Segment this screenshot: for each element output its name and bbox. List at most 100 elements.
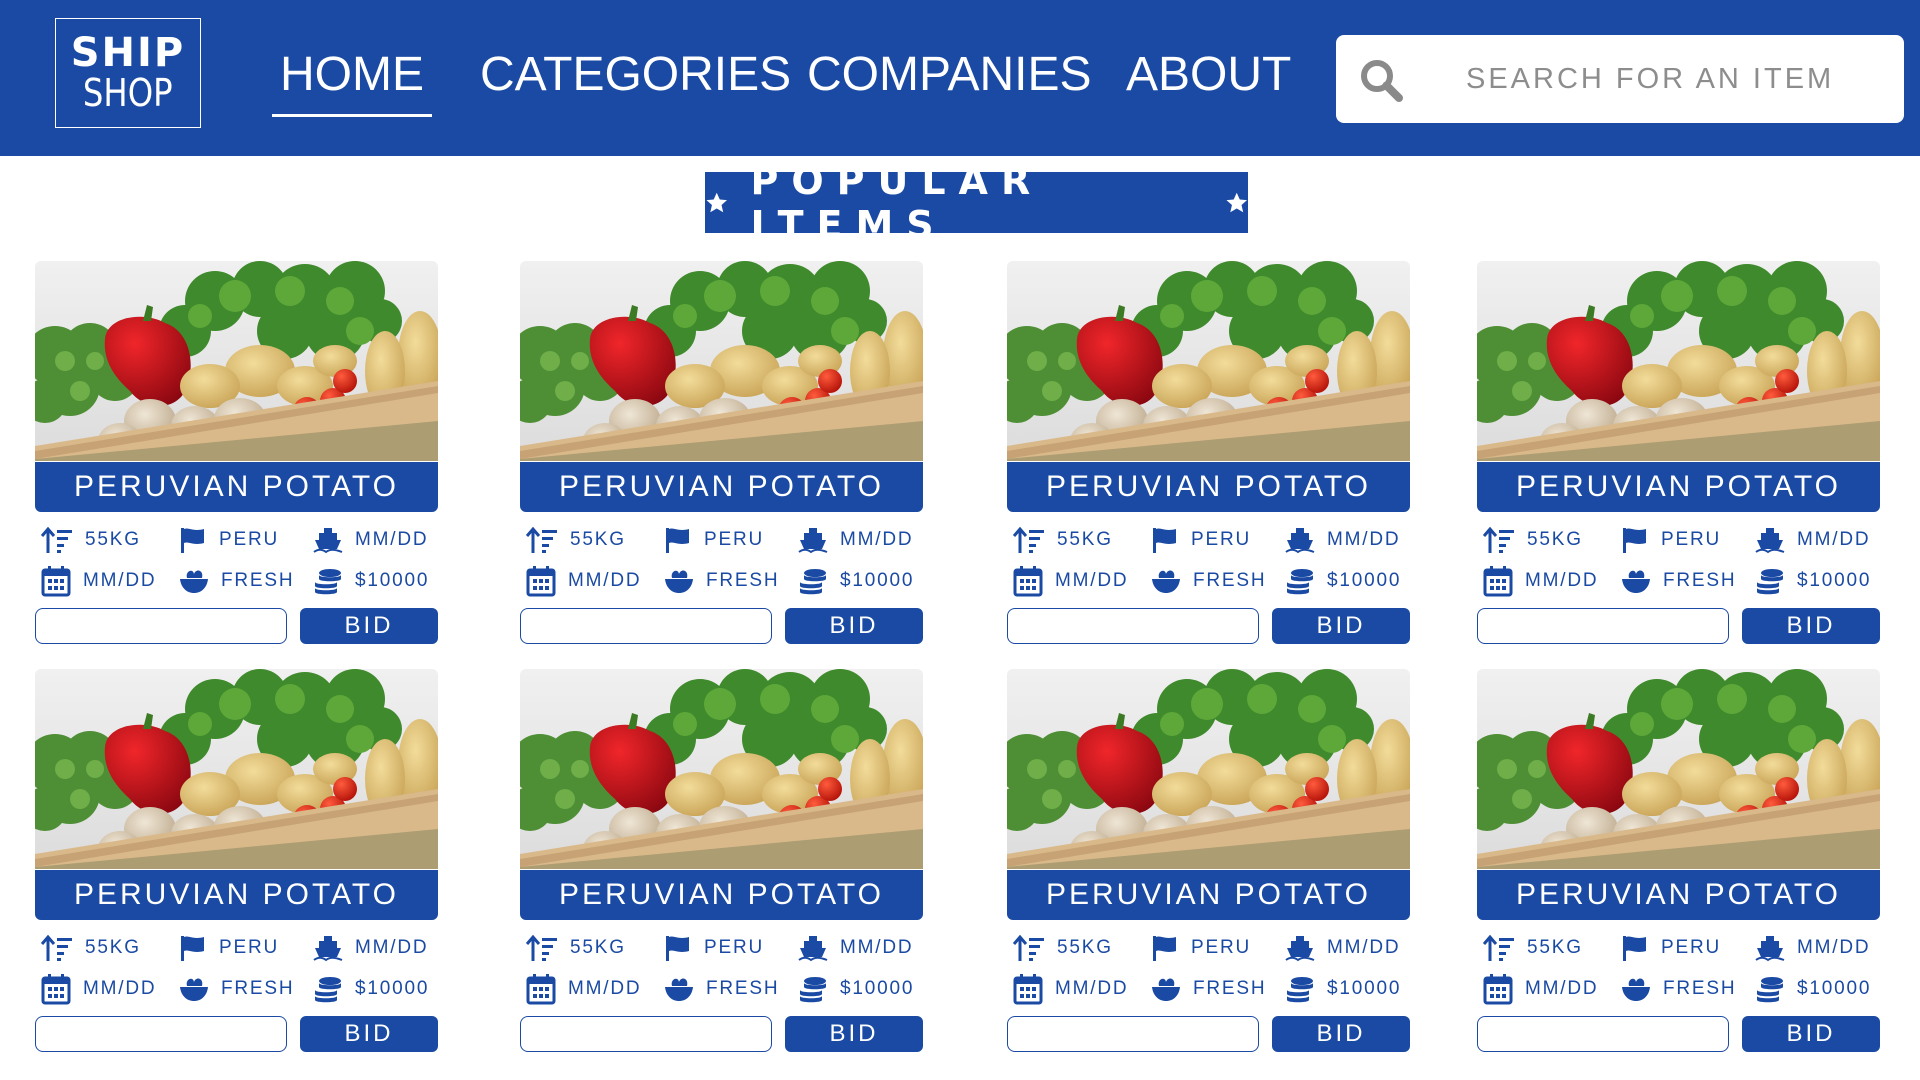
bid-amount-input[interactable] <box>35 608 287 644</box>
item-price: $10000 <box>798 564 914 598</box>
bid-amount-input[interactable] <box>1477 608 1729 644</box>
bid-amount-input[interactable] <box>35 1016 287 1052</box>
item-name[interactable]: PERUVIAN POTATO <box>35 462 438 512</box>
bid-amount-input[interactable] <box>1477 1016 1729 1052</box>
calendar-icon <box>1483 566 1513 597</box>
sort-weight-icon <box>1483 934 1514 961</box>
item-price: $10000 <box>798 972 914 1006</box>
item-name[interactable]: PERUVIAN POTATO <box>520 462 923 512</box>
salad-bowl-icon <box>1622 570 1650 593</box>
bid-button[interactable]: BID <box>1742 1016 1880 1052</box>
nav-about[interactable]: ABOUT <box>1126 44 1291 106</box>
item-name[interactable]: PERUVIAN POTATO <box>1477 870 1880 920</box>
item-date: MM/DD <box>1483 564 1598 598</box>
item-card[interactable]: PERUVIAN POTATO 55KG PERU MM/DD MM/DD FR… <box>520 669 923 1053</box>
condition-value: FRESH <box>1663 978 1737 999</box>
coins-icon <box>800 569 826 595</box>
item-name[interactable]: PERUVIAN POTATO <box>1007 870 1410 920</box>
sort-weight-icon <box>41 934 72 961</box>
item-origin: PERU <box>1621 523 1721 557</box>
item-ship-date: MM/DD <box>313 523 428 557</box>
item-name[interactable]: PERUVIAN POTATO <box>520 870 923 920</box>
item-price: $10000 <box>313 972 429 1006</box>
origin-value: PERU <box>1191 937 1251 958</box>
weight-value: 55KG <box>570 529 626 550</box>
item-name[interactable]: PERUVIAN POTATO <box>1477 462 1880 512</box>
ship-date-value: MM/DD <box>840 529 914 550</box>
coins-icon <box>1287 569 1313 595</box>
bid-amount-input[interactable] <box>520 1016 772 1052</box>
bid-button[interactable]: BID <box>300 608 438 644</box>
item-price: $10000 <box>1755 972 1871 1006</box>
ship-date-value: MM/DD <box>355 529 429 550</box>
bid-amount-input[interactable] <box>520 608 772 644</box>
nav-categories[interactable]: CATEGORIES <box>480 44 791 106</box>
flag-icon <box>1623 936 1646 961</box>
item-card[interactable]: PERUVIAN POTATO 55KG PERU MM/DD MM/DD FR… <box>35 261 438 645</box>
item-weight: 55KG <box>41 523 141 557</box>
bid-amount-input[interactable] <box>1007 608 1259 644</box>
bid-amount-input[interactable] <box>1007 1016 1259 1052</box>
item-condition: FRESH <box>179 564 294 598</box>
search-bar[interactable] <box>1336 35 1904 123</box>
weight-value: 55KG <box>570 937 626 958</box>
nav-home[interactable]: HOME <box>272 44 432 117</box>
item-date: MM/DD <box>526 564 641 598</box>
item-card[interactable]: PERUVIAN POTATO 55KG PERU MM/DD MM/DD FR… <box>1477 261 1880 645</box>
origin-value: PERU <box>1661 529 1721 550</box>
ship-icon <box>798 936 828 962</box>
bid-button[interactable]: BID <box>1272 1016 1410 1052</box>
bid-button[interactable]: BID <box>300 1016 438 1052</box>
item-condition: FRESH <box>1621 564 1736 598</box>
bid-button[interactable]: BID <box>1742 608 1880 644</box>
ship-shop-logo[interactable]: SHIP SHOP <box>55 18 201 128</box>
item-ship-date: MM/DD <box>1285 523 1400 557</box>
flag-icon <box>666 528 689 553</box>
nav-companies[interactable]: COMPANIES <box>807 44 1091 106</box>
item-ship-date: MM/DD <box>798 523 913 557</box>
item-condition: FRESH <box>1621 972 1736 1006</box>
origin-value: PERU <box>1191 529 1251 550</box>
item-weight: 55KG <box>526 931 626 965</box>
date-value: MM/DD <box>1055 978 1129 999</box>
weight-value: 55KG <box>1527 529 1583 550</box>
sort-weight-icon <box>1013 526 1044 553</box>
item-ship-date: MM/DD <box>1755 931 1870 965</box>
salad-bowl-icon <box>180 978 208 1001</box>
item-price: $10000 <box>1285 972 1401 1006</box>
item-ship-date: MM/DD <box>798 931 913 965</box>
item-name[interactable]: PERUVIAN POTATO <box>35 870 438 920</box>
condition-value: FRESH <box>221 570 295 591</box>
item-card[interactable]: PERUVIAN POTATO 55KG PERU MM/DD MM/DD FR… <box>1477 669 1880 1053</box>
item-origin: PERU <box>1151 931 1251 965</box>
condition-value: FRESH <box>706 978 780 999</box>
item-origin: PERU <box>1621 931 1721 965</box>
item-condition: FRESH <box>1151 972 1266 1006</box>
calendar-icon <box>41 974 71 1005</box>
bid-button[interactable]: BID <box>785 1016 923 1052</box>
ship-date-value: MM/DD <box>1327 529 1401 550</box>
logo-text-bottom: SHOP <box>83 71 173 115</box>
item-ship-date: MM/DD <box>313 931 428 965</box>
search-input[interactable] <box>1466 35 1886 123</box>
item-card[interactable]: PERUVIAN POTATO 55KG PERU MM/DD MM/DD FR… <box>520 261 923 645</box>
item-weight: 55KG <box>1483 931 1583 965</box>
item-price: $10000 <box>1755 564 1871 598</box>
weight-value: 55KG <box>85 529 141 550</box>
item-card[interactable]: PERUVIAN POTATO 55KG PERU MM/DD MM/DD FR… <box>1007 669 1410 1053</box>
flag-icon <box>1623 528 1646 553</box>
item-card[interactable]: PERUVIAN POTATO 55KG PERU MM/DD MM/DD FR… <box>35 669 438 1053</box>
item-date: MM/DD <box>41 972 156 1006</box>
bid-button[interactable]: BID <box>785 608 923 644</box>
bid-button[interactable]: BID <box>1272 608 1410 644</box>
item-name[interactable]: PERUVIAN POTATO <box>1007 462 1410 512</box>
salad-bowl-icon <box>665 570 693 593</box>
item-weight: 55KG <box>1483 523 1583 557</box>
ship-icon <box>798 528 828 554</box>
price-value: $10000 <box>355 570 430 591</box>
item-date: MM/DD <box>1013 972 1128 1006</box>
ship-icon <box>1755 528 1785 554</box>
star-icon <box>706 192 728 212</box>
search-icon[interactable] <box>1358 57 1404 103</box>
item-card[interactable]: PERUVIAN POTATO 55KG PERU MM/DD MM/DD FR… <box>1007 261 1410 645</box>
